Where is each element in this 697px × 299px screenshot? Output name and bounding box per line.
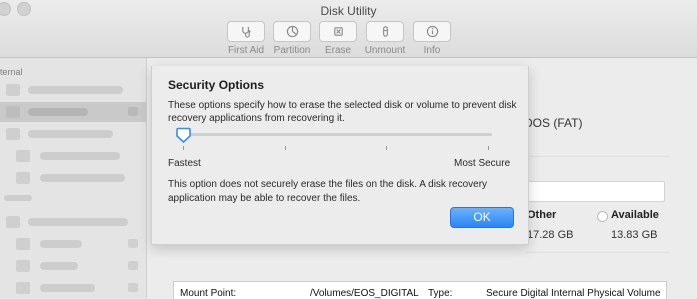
legend-other-title: Other bbox=[527, 209, 557, 221]
sidebar-section-external bbox=[0, 192, 146, 204]
sidebar-disk-item-selected[interactable] bbox=[0, 102, 146, 122]
legend-available-swatch bbox=[597, 211, 608, 222]
info-icon bbox=[426, 25, 438, 38]
disk-icon bbox=[6, 106, 20, 118]
divider bbox=[525, 156, 670, 157]
security-slider-thumb[interactable] bbox=[176, 127, 191, 143]
sidebar-volume-item[interactable] bbox=[0, 146, 146, 166]
sidebar-volume-item[interactable] bbox=[0, 278, 146, 298]
disk-icon bbox=[6, 128, 20, 140]
blurred-label bbox=[40, 262, 78, 270]
ok-button[interactable]: OK bbox=[450, 207, 514, 228]
blurred-label bbox=[28, 86, 123, 94]
volume-icon bbox=[16, 260, 30, 272]
eject-icon[interactable] bbox=[128, 261, 138, 270]
slider-tick bbox=[386, 146, 387, 150]
disk-icon bbox=[6, 216, 20, 228]
sidebar-disk-item[interactable] bbox=[0, 212, 146, 232]
slider-max-label: Most Secure bbox=[454, 158, 511, 169]
type-label: Type: bbox=[428, 288, 453, 299]
sidebar-section-internal: ternal bbox=[0, 67, 23, 77]
sidebar-volume-item[interactable] bbox=[0, 234, 146, 254]
volume-icon bbox=[16, 282, 30, 294]
slider-min-label: Fastest bbox=[168, 158, 201, 169]
disk-icon bbox=[6, 84, 20, 96]
legend-other-value: 17.28 GB bbox=[527, 229, 574, 241]
info-label: Info bbox=[423, 45, 441, 56]
unmount-button[interactable]: Unmount bbox=[358, 21, 412, 56]
toolbar: Disk Utility First Aid Partition Erase U… bbox=[0, 0, 697, 58]
erase-button[interactable]: Erase bbox=[311, 21, 365, 56]
divider bbox=[525, 252, 670, 253]
sheet-title: Security Options bbox=[168, 78, 265, 92]
sidebar: ternal bbox=[0, 58, 147, 298]
sidebar-disk-item[interactable] bbox=[0, 124, 146, 144]
info-button[interactable]: Info bbox=[405, 21, 459, 56]
volume-icon bbox=[16, 172, 30, 184]
sheet-description: These options specify how to erase the s… bbox=[168, 100, 517, 124]
volume-icon bbox=[16, 150, 30, 162]
blurred-label bbox=[40, 174, 125, 182]
legend-available-title: Available bbox=[611, 209, 659, 221]
unmount-label: Unmount bbox=[364, 45, 406, 56]
mount-point-label: Mount Point: bbox=[180, 288, 237, 299]
window-title: Disk Utility bbox=[320, 4, 377, 18]
sidebar-disk-item[interactable] bbox=[0, 80, 146, 100]
unmount-icon bbox=[382, 26, 388, 37]
legend-available-value: 13.83 GB bbox=[611, 229, 658, 241]
slider-tick bbox=[285, 146, 286, 150]
mount-point-value: /Volumes/EOS_DIGITAL bbox=[310, 288, 419, 299]
eject-icon[interactable] bbox=[128, 239, 138, 248]
blurred-label bbox=[40, 152, 120, 160]
stethoscope-icon bbox=[241, 26, 250, 38]
eject-icon[interactable] bbox=[128, 283, 138, 292]
blurred-label bbox=[28, 218, 128, 226]
blurred-label bbox=[28, 130, 113, 138]
volume-format: DOS (FAT) bbox=[524, 116, 583, 130]
slider-tick bbox=[183, 146, 184, 150]
volume-icon bbox=[16, 238, 30, 250]
blurred-label bbox=[40, 284, 95, 292]
blurred-label bbox=[28, 108, 88, 116]
slider-tick bbox=[488, 146, 489, 150]
blurred-label bbox=[40, 240, 82, 248]
sidebar-volume-item[interactable] bbox=[0, 168, 146, 188]
erase-icon bbox=[333, 27, 343, 36]
usage-bar bbox=[527, 181, 665, 202]
sheet-note: This option does not securely erase the … bbox=[168, 179, 488, 204]
erase-label: Erase bbox=[324, 45, 352, 56]
security-slider-track[interactable] bbox=[176, 133, 492, 136]
type-value: Secure Digital Internal Physical Volume bbox=[486, 288, 661, 299]
eject-icon[interactable] bbox=[128, 107, 138, 116]
partition-icon bbox=[286, 25, 298, 38]
blurred-label bbox=[4, 195, 32, 201]
sidebar-volume-item[interactable] bbox=[0, 256, 146, 276]
security-options-sheet: Security Options These options specify h… bbox=[151, 66, 529, 245]
